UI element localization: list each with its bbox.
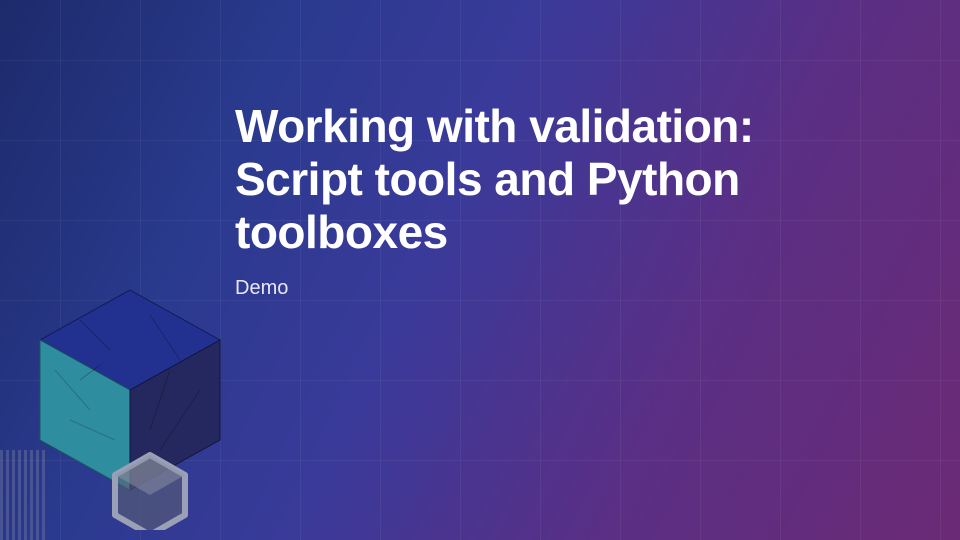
slide-subtitle: Demo bbox=[235, 277, 875, 300]
slide-content: Working with validation: Script tools an… bbox=[235, 100, 875, 300]
cube-icon bbox=[20, 280, 270, 530]
slide-title: Working with validation: Script tools an… bbox=[235, 100, 875, 259]
